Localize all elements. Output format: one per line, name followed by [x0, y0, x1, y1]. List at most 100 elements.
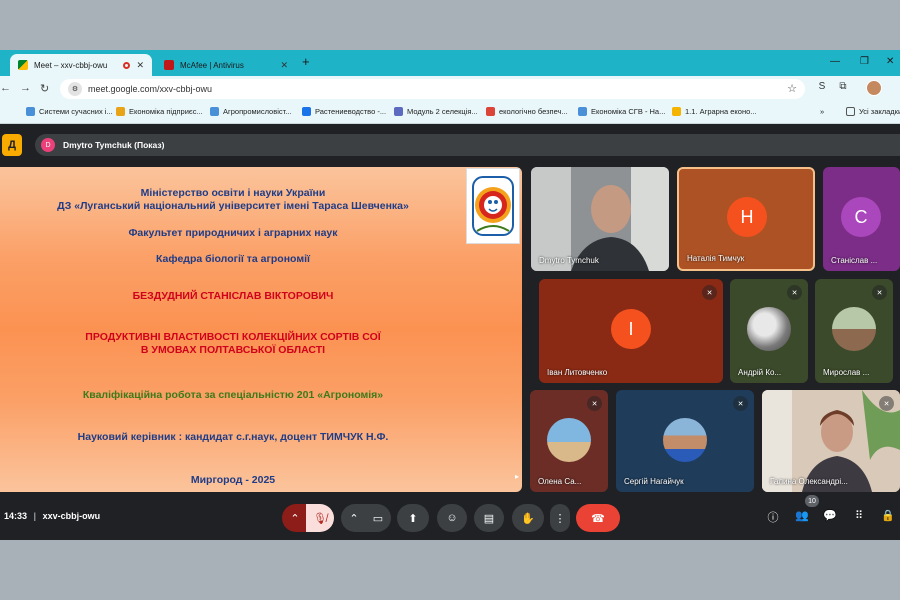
tab-label: Meet – xxv-cbbj-owu	[34, 60, 108, 70]
participant-tile[interactable]: ✕ Мирослав ...	[815, 279, 893, 383]
minimize-button[interactable]: —	[830, 56, 840, 67]
participant-tile[interactable]: ✕ Андрій Ко...	[730, 279, 808, 383]
participant-name: Сергій Нагайчук	[624, 477, 684, 486]
back-arrow-icon[interactable]: ←	[0, 82, 11, 94]
meet-control-bar: 14:33 | xxv-cbbj-owu ⌃ 🎙︎̸ ⌃ ▭ ⬆ ☺ ▤ ✋ ⋮…	[0, 495, 900, 540]
participant-name: Наталія Тимчук	[687, 254, 745, 263]
participant-tile[interactable]: ✕ Сергій Нагайчук	[616, 390, 754, 492]
participant-avatar	[547, 418, 591, 462]
mic-off-icon: ✕	[872, 285, 887, 300]
camera-toggle-button[interactable]: ▭	[365, 504, 391, 532]
mic-off-icon: ✕	[879, 396, 894, 411]
slide-line: Кваліфікаційна робота за спеціальністю 2…	[82, 389, 384, 401]
participant-tile[interactable]: С Станіслав ...	[823, 167, 900, 271]
all-bookmarks-button[interactable]: Усі закладки	[846, 107, 900, 116]
present-screen-button[interactable]: ⬆	[397, 504, 429, 532]
reload-icon[interactable]: ↻	[40, 82, 49, 95]
forward-arrow-icon[interactable]: →	[20, 82, 31, 94]
chat-icon[interactable]: 💬	[822, 509, 838, 525]
bookmark-favicon-icon	[302, 107, 311, 116]
presenter-avatar: D	[41, 138, 55, 152]
folder-icon	[846, 107, 855, 116]
bookmark-favicon-icon	[26, 107, 35, 116]
bookmark-item[interactable]: Економіка підприєс...	[116, 107, 203, 116]
participant-name: Мирослав ...	[823, 368, 870, 377]
bookmark-item[interactable]: Агропромисловіст...	[210, 107, 291, 116]
bookmark-favicon-icon	[116, 107, 125, 116]
bookmarks-more-button[interactable]: »	[820, 107, 824, 116]
slide-line: ДЗ «Луганський національний університет …	[57, 200, 409, 212]
current-time: 14:33	[4, 511, 28, 521]
hand-icon: ✋	[521, 512, 535, 525]
slide-line: Міністерство освіти і науки України	[140, 187, 326, 199]
presenter-bar[interactable]: D Dmytro Tymchuk (Показ)	[35, 134, 900, 156]
presentation-badge[interactable]: Д	[2, 134, 22, 156]
tab-label: McAfee | Antivirus	[180, 60, 244, 70]
participant-name: Олена Са...	[538, 477, 582, 486]
people-icon[interactable]: 👥	[794, 509, 810, 525]
slide-line: БЕЗДУДНИЙ СТАНІСЛАВ ВІКТОРОВИЧ	[132, 290, 334, 302]
extension-s-icon[interactable]: S	[815, 81, 829, 95]
meeting-details-icon[interactable]: ⓘ	[765, 509, 781, 525]
bookmark-item[interactable]: екологічно безпеч...	[486, 107, 568, 116]
mcafee-shield-icon	[164, 60, 174, 70]
participant-avatar	[747, 307, 791, 351]
address-bar[interactable]: ⚙ meet.google.com/xxv-cbbj-owu ☆	[60, 79, 805, 99]
bookmark-favicon-icon	[672, 107, 681, 116]
meeting-code: xxv-cbbj-owu	[42, 511, 101, 521]
screen: Meet – xxv-cbbj-owu ✕ McAfee | Antivirus…	[0, 50, 900, 540]
more-vert-icon: ⋮	[554, 512, 566, 525]
captions-button[interactable]: ▤	[474, 504, 504, 532]
video-options-button[interactable]: ⌃	[341, 504, 367, 532]
bookmark-item[interactable]: 1.1. Аграрна еконо...	[672, 107, 757, 116]
mic-off-icon: ✕	[587, 396, 602, 411]
profile-avatar[interactable]	[866, 80, 882, 96]
bookmark-item[interactable]: Економіка СГВ - На...	[578, 107, 665, 116]
separator: |	[33, 511, 37, 521]
close-tab-button[interactable]: ✕	[280, 60, 288, 71]
people-count-badge: 10	[805, 495, 819, 507]
captions-icon: ▤	[483, 512, 495, 525]
reactions-button[interactable]: ☺	[437, 504, 467, 532]
bookmarks-bar: Системи сучасних і... Економіка підприєс…	[0, 102, 900, 124]
present-screen-icon: ⬆	[408, 512, 418, 525]
slide-line: ПРОДУКТИВНІ ВЛАСТИВОСТІ КОЛЕКЦІЙНИХ СОРТ…	[85, 331, 381, 343]
new-tab-button[interactable]: +	[302, 54, 310, 69]
tab-meet[interactable]: Meet – xxv-cbbj-owu ✕	[10, 54, 152, 76]
bookmark-favicon-icon	[394, 107, 403, 116]
bookmark-item[interactable]: Модуль 2 селекція...	[394, 107, 478, 116]
camera-icon: ▭	[372, 512, 384, 525]
mouse-cursor-icon: ▸	[515, 472, 520, 481]
bookmark-item[interactable]: Системи сучасних і...	[26, 107, 113, 116]
maximize-button[interactable]: ❐	[860, 56, 869, 67]
tab-mcafee[interactable]: McAfee | Antivirus ✕	[156, 54, 296, 76]
microphone-toggle-button[interactable]: 🎙︎̸	[306, 504, 334, 532]
participant-tile[interactable]: ✕ Галина Олександрі...	[762, 390, 900, 492]
participant-tile[interactable]: ✕ І Іван Литовченко	[539, 279, 723, 383]
host-controls-icon[interactable]: 🔒	[880, 509, 896, 525]
bookmark-star-icon[interactable]: ☆	[787, 82, 797, 95]
extensions-puzzle-icon[interactable]: ⧉	[836, 81, 850, 95]
audio-options-button[interactable]: ⌃	[282, 504, 308, 532]
leave-call-button[interactable]: ☎	[576, 504, 620, 532]
bookmark-favicon-icon	[210, 107, 219, 116]
close-window-button[interactable]: ✕	[886, 56, 894, 67]
google-meet-icon	[18, 60, 28, 70]
participant-name: Іван Литовченко	[547, 368, 608, 377]
meeting-info: 14:33 | xxv-cbbj-owu	[4, 511, 100, 521]
participant-tile[interactable]: Н Наталія Тимчук	[677, 167, 815, 271]
activities-icon[interactable]: ⠿	[851, 509, 867, 525]
raise-hand-button[interactable]: ✋	[512, 504, 544, 532]
participant-tile[interactable]: ✕ Олена Са...	[530, 390, 608, 492]
browser-tab-strip: Meet – xxv-cbbj-owu ✕ McAfee | Antivirus…	[0, 50, 900, 76]
bookmark-item[interactable]: Растениеводство -...	[302, 107, 386, 116]
participant-name: Станіслав ...	[831, 256, 878, 265]
close-tab-button[interactable]: ✕	[136, 60, 144, 71]
participant-tile[interactable]: Dmytro Tymchuk	[531, 167, 669, 271]
site-info-icon[interactable]: ⚙	[68, 82, 82, 96]
more-options-button[interactable]: ⋮	[550, 504, 570, 532]
bookmark-favicon-icon	[486, 107, 495, 116]
slide-line: Миргород - 2025	[190, 474, 276, 486]
presentation-slide[interactable]: Міністерство освіти і науки України ДЗ «…	[0, 167, 522, 492]
participant-avatar: С	[841, 197, 881, 237]
